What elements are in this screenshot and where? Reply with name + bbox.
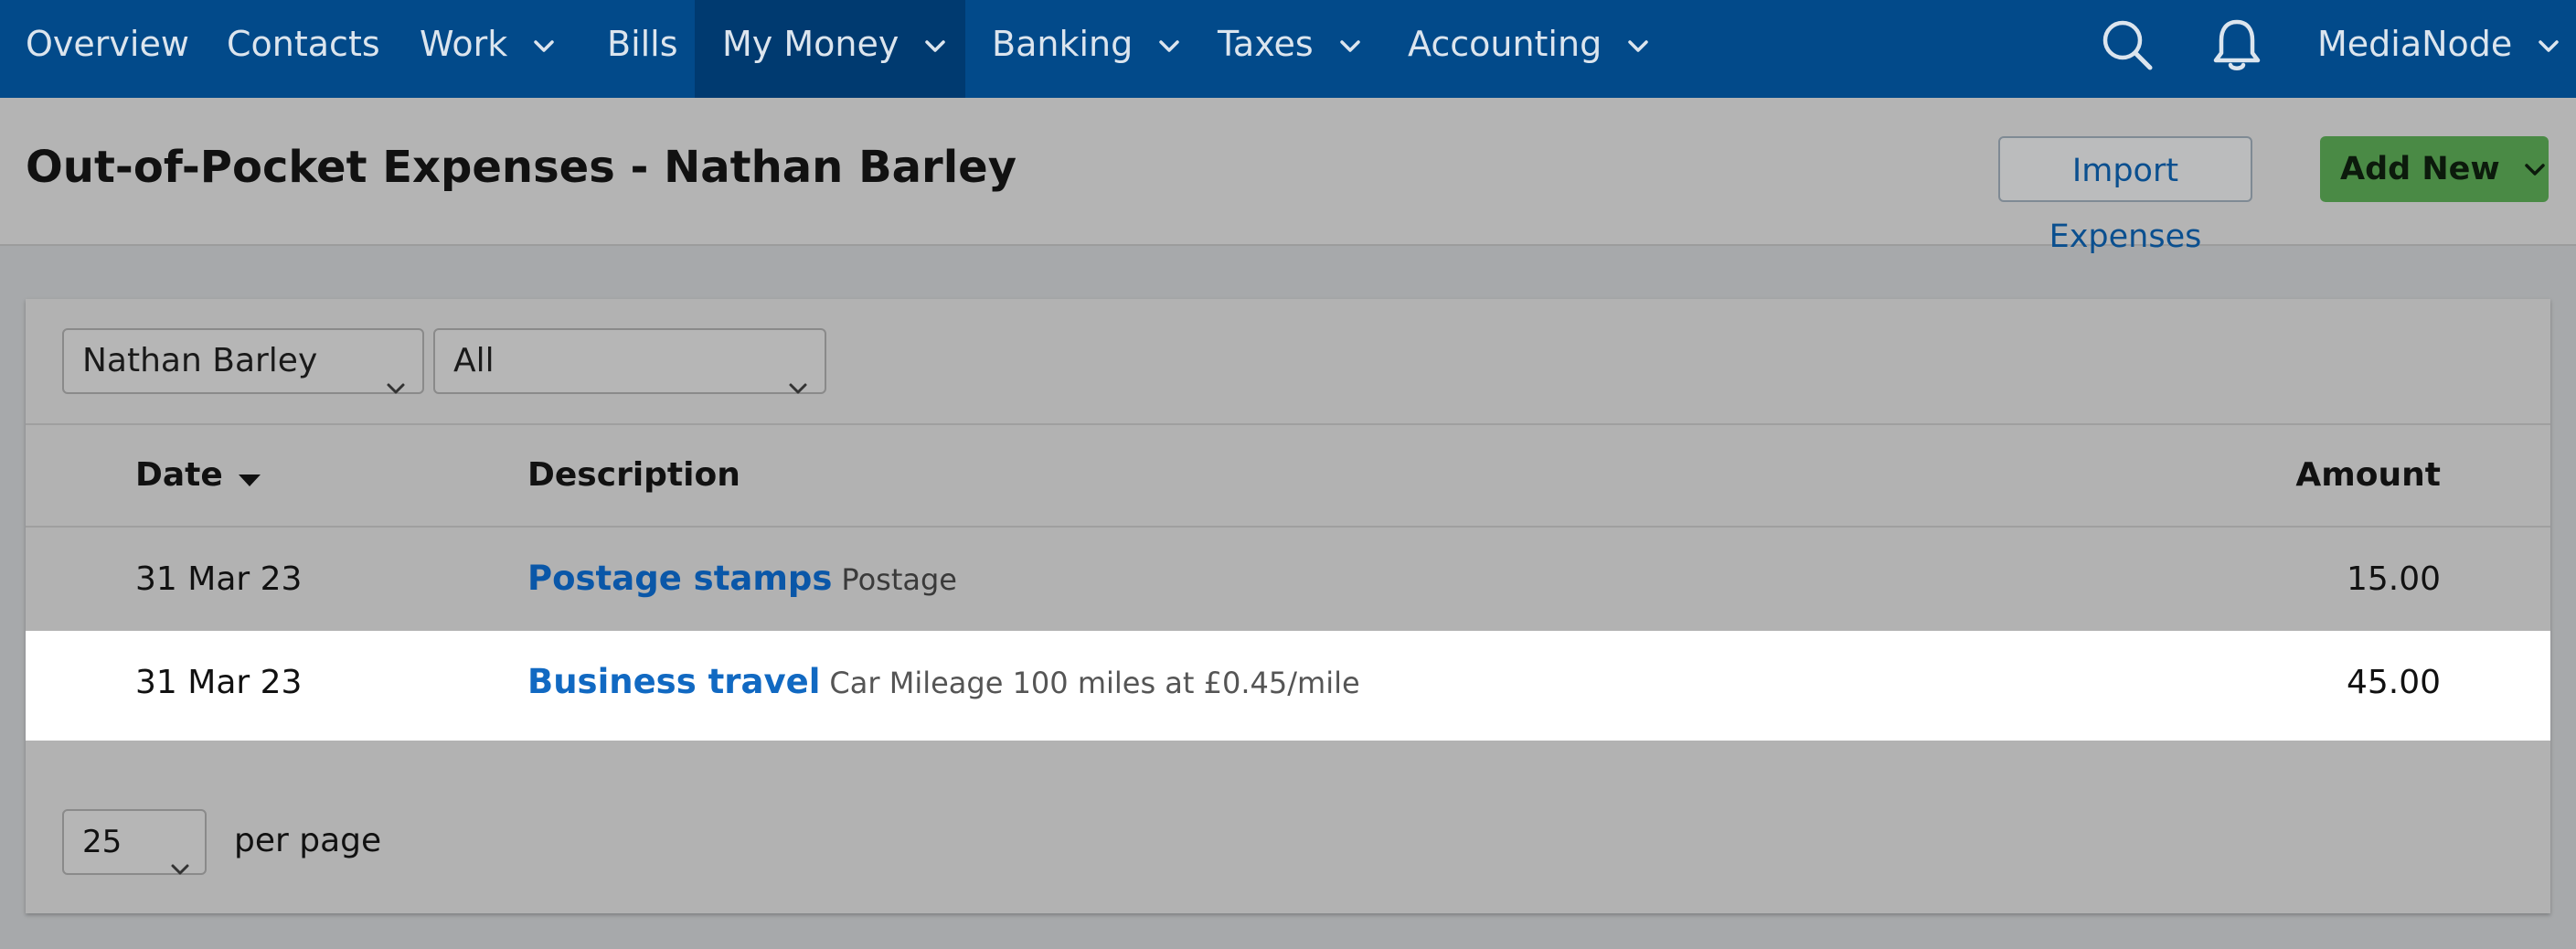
chevron-down-icon [1158, 39, 1180, 54]
nav-bills[interactable]: Bills [607, 0, 678, 98]
chevron-down-icon [924, 39, 946, 54]
top-navigation: Overview Contacts Work Bills My Money Ba… [0, 0, 2576, 98]
row-amount: 15.00 [2346, 560, 2441, 598]
chevron-down-icon [788, 354, 808, 416]
nav-taxes[interactable]: Taxes [1218, 0, 1361, 98]
account-menu[interactable]: MediaNode [2317, 0, 2560, 98]
type-filter-select[interactable]: All [433, 328, 826, 394]
nav-banking[interactable]: Banking [992, 0, 1180, 98]
nav-overview[interactable]: Overview [26, 0, 189, 98]
divider [26, 423, 2550, 425]
nav-my-money[interactable]: My Money [695, 0, 965, 98]
column-header-date[interactable]: Date [135, 456, 261, 496]
nav-accounting[interactable]: Accounting [1408, 0, 1649, 98]
nav-work[interactable]: Work [420, 0, 555, 98]
per-page-select[interactable]: 25 [62, 809, 207, 875]
chevron-down-icon [170, 835, 190, 897]
expense-category: Postage [841, 562, 957, 597]
chevron-down-icon [2538, 39, 2560, 54]
chevron-down-icon [2524, 163, 2546, 177]
row-description: Postage stamps Postage [527, 559, 957, 598]
chevron-down-icon [533, 39, 555, 54]
expense-link[interactable]: Business travel [527, 662, 820, 701]
expenses-panel: Nathan Barley All Date Description Amoun… [26, 299, 2550, 913]
column-header-description: Description [527, 456, 740, 494]
page-title: Out-of-Pocket Expenses - Nathan Barley [26, 142, 1017, 193]
expense-category: Car Mileage 100 miles at £0.45/mile [829, 666, 1360, 700]
page-header: Out-of-Pocket Expenses - Nathan Barley I… [0, 98, 2576, 255]
per-page-label: per page [234, 822, 382, 859]
nav-contacts[interactable]: Contacts [227, 0, 380, 98]
table-row[interactable]: 31 Mar 23 Postage stamps Postage 15.00 [26, 528, 2550, 634]
import-expenses-button[interactable]: Import Expenses [1998, 136, 2252, 255]
chevron-down-icon [1627, 39, 1649, 54]
chevron-down-icon [1339, 39, 1361, 54]
expense-link[interactable]: Postage stamps [527, 559, 832, 598]
bell-icon[interactable] [2209, 16, 2265, 77]
search-icon[interactable] [2099, 16, 2156, 77]
row-amount: 45.00 [2346, 664, 2441, 701]
column-header-amount: Amount [2295, 456, 2441, 494]
add-new-button[interactable]: Add New [2320, 136, 2549, 202]
person-filter-select[interactable]: Nathan Barley [62, 328, 424, 394]
sort-descending-icon [238, 458, 261, 496]
table-row[interactable]: 31 Mar 23 Business travel Car Mileage 100… [26, 631, 2550, 741]
chevron-down-icon [386, 354, 406, 416]
row-description: Business travel Car Mileage 100 miles at … [527, 662, 1360, 701]
row-date: 31 Mar 23 [135, 560, 303, 598]
row-date: 31 Mar 23 [135, 664, 303, 701]
